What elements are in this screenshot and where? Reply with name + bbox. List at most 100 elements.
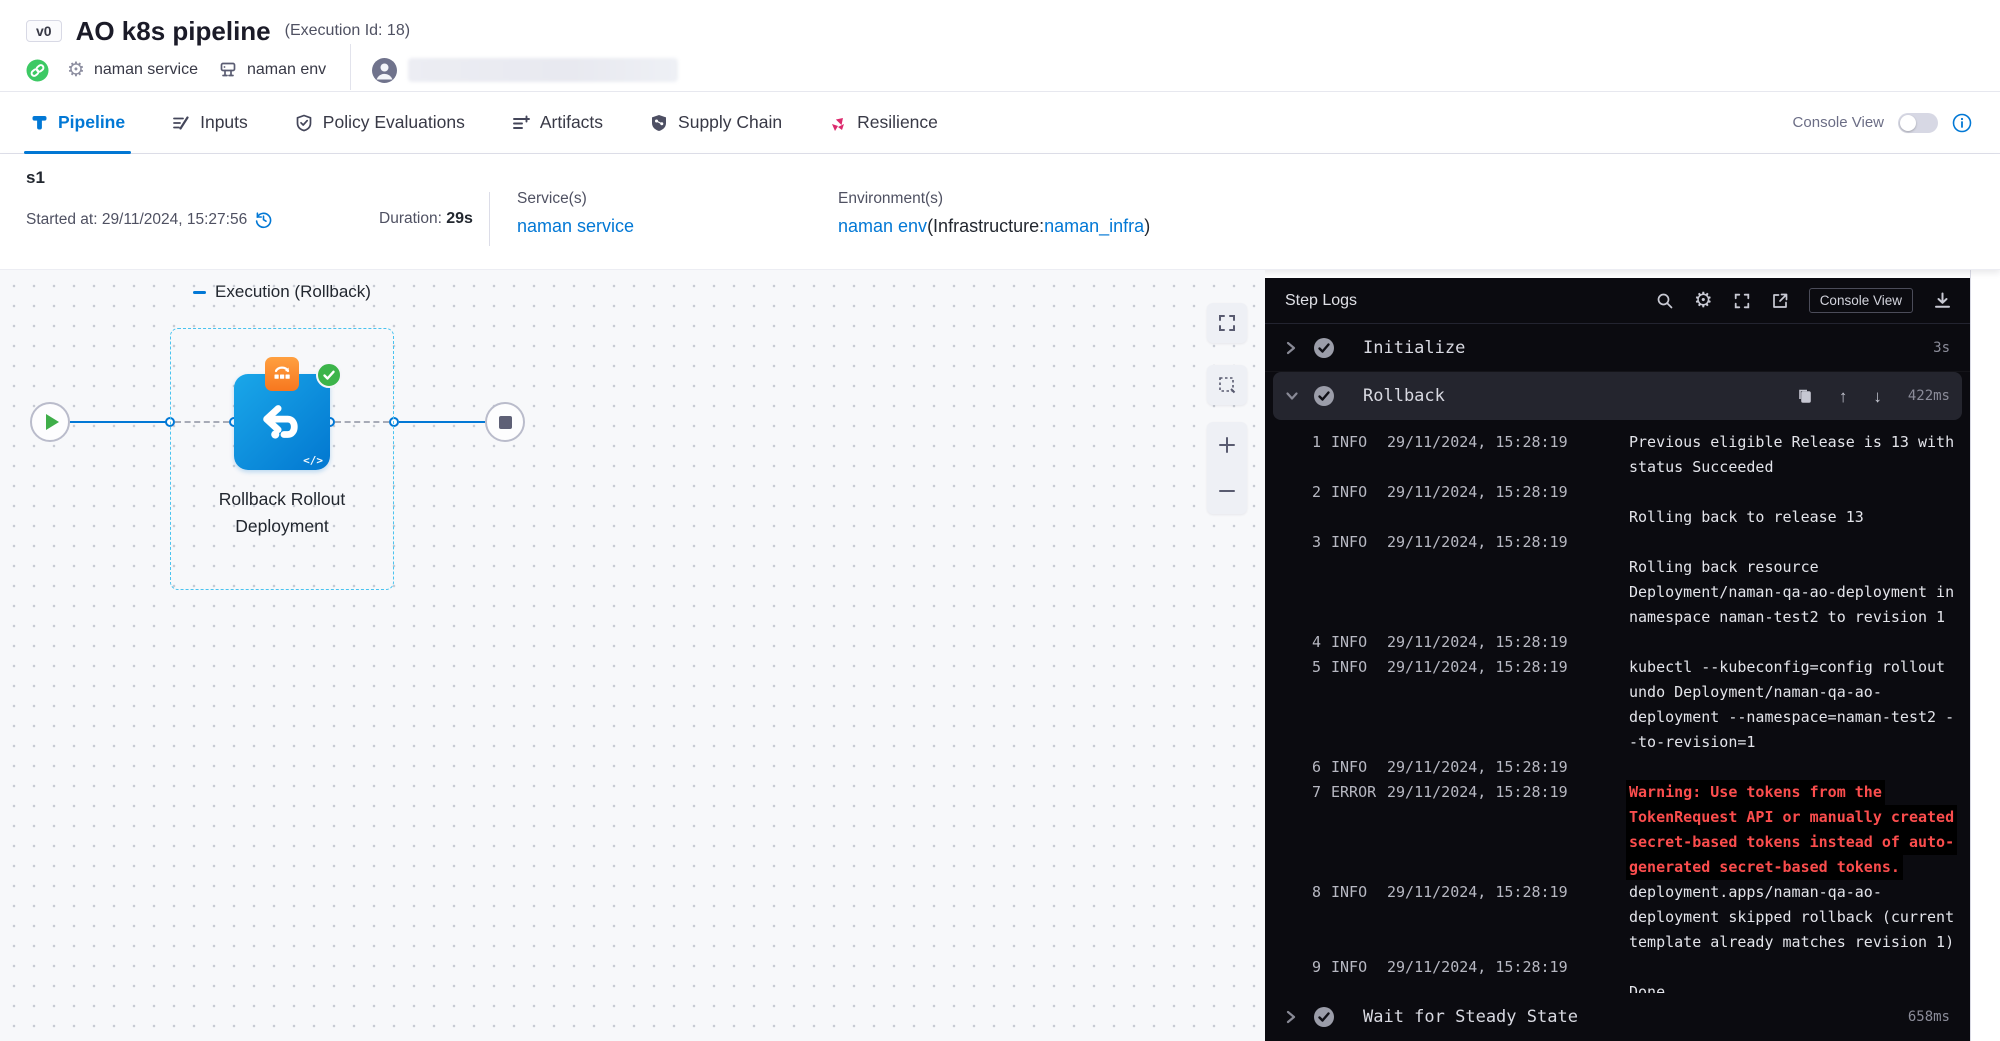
section-duration: 658ms xyxy=(1908,1009,1950,1025)
success-check-icon xyxy=(316,362,342,388)
step-logs-panel: Step Logs ⚙ Console View xyxy=(1265,278,1970,1041)
log-settings-gear-icon[interactable]: ⚙ xyxy=(1694,290,1713,311)
step-node-label[interactable]: Rollback Rollout Deployment xyxy=(170,486,394,540)
tab-bar: Pipeline Inputs Policy Evaluations Artif… xyxy=(0,92,2000,154)
history-icon[interactable] xyxy=(254,210,273,229)
service-name[interactable]: naman service xyxy=(94,61,198,79)
stage-duration: Duration: 29s xyxy=(379,210,473,228)
log-timestamp: 29/11/2024, 15:28:19 xyxy=(1387,630,1571,655)
pipeline-canvas[interactable]: Execution (Rollback) </> Rollback Rollou… xyxy=(0,270,1265,1041)
open-in-new-icon[interactable] xyxy=(1771,292,1789,310)
log-level: INFO xyxy=(1331,955,1377,980)
canvas-marquee-select-button[interactable] xyxy=(1207,365,1247,405)
edge-start xyxy=(70,421,166,423)
environments-column: Environment(s) naman env(Infrastructure:… xyxy=(838,190,1150,237)
resilience-icon xyxy=(828,113,848,133)
supply-chain-icon xyxy=(649,113,669,133)
avatar xyxy=(371,57,398,84)
zoom-out-button[interactable] xyxy=(1207,469,1247,513)
zoom-in-icon xyxy=(1217,435,1237,455)
log-level: INFO xyxy=(1331,530,1377,555)
log-level: INFO xyxy=(1331,655,1377,680)
console-view-toggle[interactable] xyxy=(1898,113,1938,133)
tab-policy-evaluations[interactable]: Policy Evaluations xyxy=(294,92,465,153)
chevron-down-icon[interactable] xyxy=(1285,389,1299,403)
chevron-right-icon[interactable] xyxy=(1285,339,1299,357)
chain-link-icon xyxy=(26,59,49,82)
log-message: Warning: Use tokens from theTokenRequest… xyxy=(1581,780,1962,880)
end-node[interactable] xyxy=(485,402,525,442)
environment-name[interactable]: naman env xyxy=(247,61,326,79)
log-entry: 1 INFO 29/11/2024, 15:28:19 Previous eli… xyxy=(1303,430,1962,480)
log-section-rollback[interactable]: Rollback ↑ ↓ 422ms xyxy=(1273,372,1962,420)
download-icon[interactable] xyxy=(1933,291,1952,310)
copy-icon[interactable] xyxy=(1797,388,1813,404)
tab-pipeline[interactable]: Pipeline xyxy=(30,92,125,153)
log-timestamp: 29/11/2024, 15:28:19 xyxy=(1387,480,1571,505)
minus-icon[interactable] xyxy=(193,291,206,294)
header: v0 AO k8s pipeline (Execution Id: 18) ⚙ … xyxy=(0,0,2000,92)
artifacts-icon xyxy=(511,113,531,133)
log-timestamp: 29/11/2024, 15:28:19 xyxy=(1387,755,1571,780)
services-column: Service(s) naman service xyxy=(517,190,634,237)
zoom-in-button[interactable] xyxy=(1207,423,1247,467)
environment-icon xyxy=(218,60,238,80)
log-line-number: 3 xyxy=(1303,530,1321,555)
stage-info-bar: s1 Started at: 29/11/2024, 15:27:56 Dura… xyxy=(0,154,2000,270)
step-logs-header: Step Logs ⚙ Console View xyxy=(1265,278,1970,324)
log-section-wait-steady-state[interactable]: Wait for Steady State 658ms xyxy=(1265,993,1970,1041)
infrastructure-link[interactable]: naman_infra xyxy=(1044,216,1144,236)
chevron-right-icon[interactable] xyxy=(1285,1008,1299,1026)
log-entry: 5 INFO 29/11/2024, 15:28:19 kubectl --ku… xyxy=(1303,655,1962,755)
log-timestamp: 29/11/2024, 15:28:19 xyxy=(1387,430,1571,455)
execution-id: (Execution Id: 18) xyxy=(285,22,410,40)
console-view-button[interactable]: Console View xyxy=(1809,288,1913,313)
canvas-zoom-controls xyxy=(1207,422,1247,514)
stage-name[interactable]: s1 xyxy=(26,168,45,188)
zoom-out-icon xyxy=(1217,481,1237,501)
log-message: Done. xyxy=(1581,955,1962,993)
start-node[interactable] xyxy=(30,402,70,442)
gear-icon: ⚙ xyxy=(67,60,85,80)
stop-icon xyxy=(499,416,512,429)
check-circle-icon xyxy=(1313,337,1335,359)
service-link[interactable]: naman service xyxy=(517,216,634,236)
started-at: Started at: 29/11/2024, 15:27:56 xyxy=(26,210,273,229)
rollout-deployment-badge-icon xyxy=(265,357,299,391)
log-message: Rolling back to release 13 xyxy=(1581,480,1962,530)
log-entry: 8 INFO 29/11/2024, 15:28:19 deployment.a… xyxy=(1303,880,1962,955)
page-title: AO k8s pipeline xyxy=(76,16,271,47)
play-icon xyxy=(46,414,59,430)
log-entry: 4 INFO 29/11/2024, 15:28:19 xyxy=(1303,630,1962,655)
environment-link[interactable]: naman env xyxy=(838,216,927,236)
step-logs-title: Step Logs xyxy=(1285,292,1357,310)
check-circle-icon xyxy=(1313,1006,1335,1028)
log-timestamp: 29/11/2024, 15:28:19 xyxy=(1387,530,1571,555)
tab-inputs[interactable]: Inputs xyxy=(171,92,248,153)
scrollbar-gutter[interactable] xyxy=(1970,270,2000,1041)
search-icon[interactable] xyxy=(1656,292,1674,310)
log-message: deployment.apps/naman-qa-ao-deployment s… xyxy=(1581,880,1962,955)
log-level: INFO xyxy=(1331,630,1377,655)
tab-artifacts[interactable]: Artifacts xyxy=(511,92,603,153)
log-line-number: 2 xyxy=(1303,480,1321,505)
canvas-fullscreen-button[interactable] xyxy=(1207,303,1247,343)
tab-resilience[interactable]: Resilience xyxy=(828,92,938,153)
log-level: INFO xyxy=(1331,755,1377,780)
pipeline-icon xyxy=(30,113,49,132)
log-line-number: 9 xyxy=(1303,955,1321,980)
fullscreen-icon xyxy=(1217,313,1237,333)
arrow-up-icon[interactable]: ↑ xyxy=(1839,388,1848,405)
log-line-number: 6 xyxy=(1303,755,1321,780)
arrow-down-icon[interactable]: ↓ xyxy=(1873,388,1882,405)
log-fullscreen-icon[interactable] xyxy=(1733,292,1751,310)
section-duration: 422ms xyxy=(1908,388,1950,404)
execution-group-title[interactable]: Execution (Rollback) xyxy=(170,282,394,302)
info-icon[interactable] xyxy=(1952,113,1972,133)
policy-icon xyxy=(294,113,314,133)
log-line-number: 1 xyxy=(1303,430,1321,455)
log-output[interactable]: 1 INFO 29/11/2024, 15:28:19 Previous eli… xyxy=(1265,420,1970,993)
log-section-initialize[interactable]: Initialize 3s xyxy=(1265,324,1970,372)
stage-divider xyxy=(489,192,490,246)
tab-supply-chain[interactable]: Supply Chain xyxy=(649,92,782,153)
